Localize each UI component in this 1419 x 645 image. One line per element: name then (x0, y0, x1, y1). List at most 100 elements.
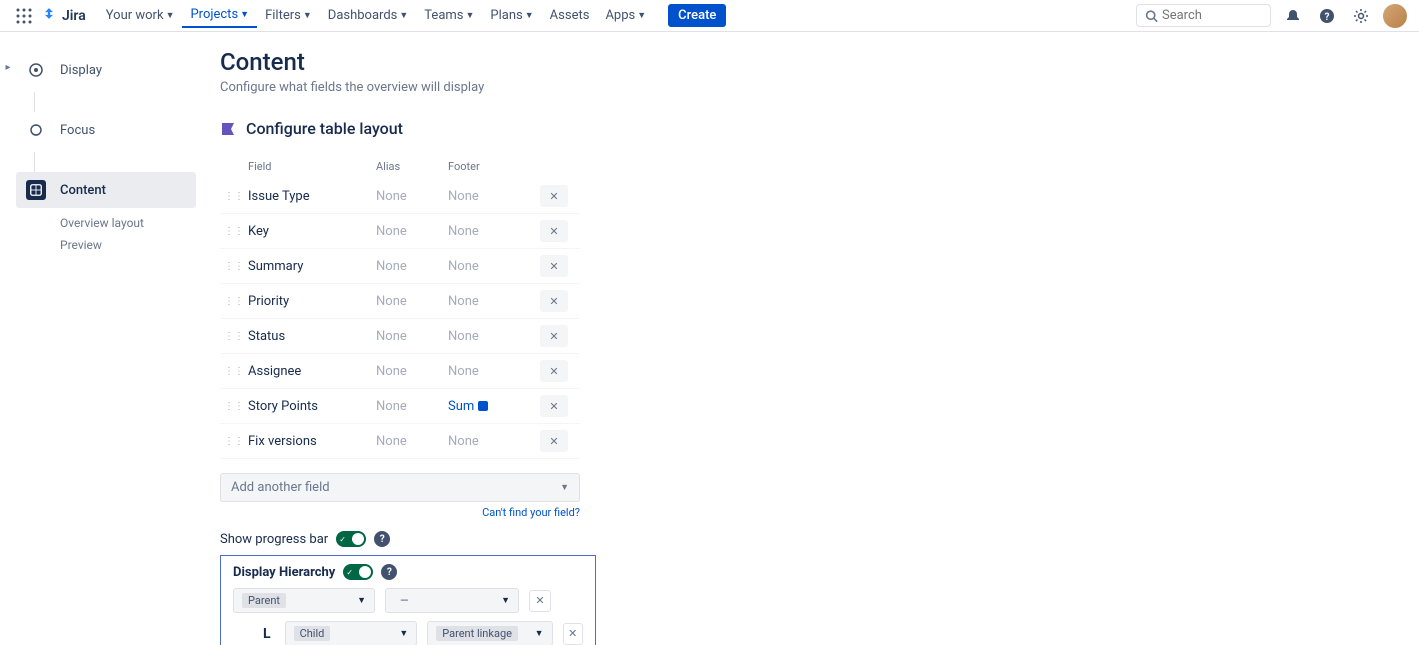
search-input[interactable] (1162, 8, 1262, 23)
field-table: Field Alias Footer ⋮⋮Issue TypeNoneNone✕… (220, 154, 580, 459)
field-name: Key (248, 224, 376, 239)
nav-plans[interactable]: Plans▼ (482, 3, 541, 28)
help-icon[interactable]: ? (374, 531, 390, 547)
drag-handle-icon[interactable]: ⋮⋮ (220, 261, 248, 272)
jira-logo[interactable]: Jira (40, 7, 86, 25)
col-alias: Alias (376, 160, 448, 173)
footer-value[interactable]: None (448, 434, 540, 449)
hierarchy-level-row: L Child▼ Parent linkage▼ ✕ (233, 621, 583, 645)
alias-value[interactable]: None (376, 364, 448, 379)
footer-value[interactable]: None (448, 259, 540, 274)
drag-handle-icon[interactable]: ⋮⋮ (220, 401, 248, 412)
field-name: Story Points (248, 399, 376, 414)
chevron-down-icon: ▼ (399, 10, 408, 21)
chevron-down-icon: ▼ (166, 10, 175, 21)
drag-handle-icon[interactable]: ⋮⋮ (220, 331, 248, 342)
alias-value[interactable]: None (376, 434, 448, 449)
footer-value[interactable]: None (448, 189, 540, 204)
nav-teams[interactable]: Teams▼ (416, 3, 482, 28)
field-name: Fix versions (248, 434, 376, 449)
drag-handle-icon[interactable]: ⋮⋮ (220, 436, 248, 447)
content-icon (26, 180, 46, 200)
remove-level-button[interactable]: ✕ (563, 623, 584, 645)
sidebar-sub-overview-layout[interactable]: Overview layout (16, 212, 196, 234)
show-progress-toggle[interactable]: ✓ (336, 531, 366, 547)
drag-handle-icon[interactable]: ⋮⋮ (220, 191, 248, 202)
help-icon[interactable]: ? (1315, 4, 1339, 28)
remove-button[interactable]: ✕ (540, 220, 568, 242)
drag-handle-icon[interactable]: ⋮⋮ (220, 226, 248, 237)
footer-value[interactable]: None (448, 329, 540, 344)
alias-value[interactable]: None (376, 189, 448, 204)
field-name: Status (248, 329, 376, 344)
chevron-down-icon: ▼ (357, 595, 366, 606)
nav-your-work[interactable]: Your work▼ (98, 3, 183, 28)
app-switcher-icon[interactable] (12, 4, 36, 28)
page-subtitle: Configure what fields the overview will … (220, 80, 1395, 95)
field-name: Assignee (248, 364, 376, 379)
chevron-down-icon: ▼ (466, 10, 475, 21)
table-row: ⋮⋮SummaryNoneNone✕ (220, 249, 580, 284)
remove-button[interactable]: ✕ (540, 360, 568, 382)
field-name: Summary (248, 259, 376, 274)
alias-value[interactable]: None (376, 399, 448, 414)
nav-assets[interactable]: Assets (542, 3, 598, 28)
remove-button[interactable]: ✕ (540, 325, 568, 347)
table-row: ⋮⋮Fix versionsNoneNone✕ (220, 424, 580, 459)
nav-filters[interactable]: Filters▼ (257, 3, 320, 28)
footer-value[interactable]: None (448, 294, 540, 309)
search-icon (1145, 9, 1158, 23)
remove-button[interactable]: ✕ (540, 255, 568, 277)
table-row: ⋮⋮Issue TypeNoneNone✕ (220, 179, 580, 214)
hierarchy-linkage-select[interactable]: Parent linkage▼ (427, 621, 552, 645)
sidebar: Display Focus Content Overview layoutPrevie… (16, 32, 196, 645)
field-name: Priority (248, 294, 376, 309)
alias-value[interactable]: None (376, 224, 448, 239)
cant-find-field-link[interactable]: Can't find your field? (220, 506, 580, 519)
hierarchy-name-select[interactable]: Parent▼ (233, 588, 375, 613)
col-footer: Footer (448, 160, 540, 173)
sidebar-item-focus[interactable]: Focus (16, 112, 196, 148)
footer-value[interactable]: Sum (448, 399, 540, 414)
drag-handle-icon[interactable]: ⋮⋮ (220, 296, 248, 307)
chevron-down-icon: ▼ (637, 10, 646, 21)
remove-button[interactable]: ✕ (540, 395, 568, 417)
chevron-down-icon: ▼ (501, 595, 510, 606)
sidebar-item-content[interactable]: Content (16, 172, 196, 208)
footer-value[interactable]: None (448, 224, 540, 239)
remove-level-button[interactable]: ✕ (529, 590, 551, 612)
show-progress-label: Show progress bar (220, 532, 328, 547)
table-row: ⋮⋮AssigneeNoneNone✕ (220, 354, 580, 389)
alias-value[interactable]: None (376, 329, 448, 344)
hierarchy-linkage-select[interactable]: —▼ (385, 588, 519, 613)
remove-button[interactable]: ✕ (540, 430, 568, 452)
chevron-down-icon: ▼ (399, 628, 408, 639)
notifications-icon[interactable] (1281, 4, 1305, 28)
settings-icon[interactable] (1349, 4, 1373, 28)
table-row: ⋮⋮PriorityNoneNone✕ (220, 284, 580, 319)
sidebar-item-display[interactable]: Display (16, 52, 196, 88)
svg-text:?: ? (1325, 12, 1330, 23)
hierarchy-name-select[interactable]: Child▼ (285, 621, 418, 645)
nav-apps[interactable]: Apps▼ (597, 3, 654, 28)
alias-value[interactable]: None (376, 294, 448, 309)
avatar[interactable] (1383, 4, 1407, 28)
drag-handle-icon[interactable]: ⋮⋮ (220, 366, 248, 377)
search-input-container[interactable] (1136, 4, 1271, 27)
sidebar-sub-preview[interactable]: Preview (16, 234, 196, 256)
display-hierarchy-toggle[interactable]: ✓ (343, 564, 373, 580)
help-icon[interactable]: ? (381, 564, 397, 580)
remove-button[interactable]: ✕ (540, 290, 568, 312)
chevron-down-icon: ▼ (240, 9, 249, 20)
remove-button[interactable]: ✕ (540, 185, 568, 207)
footer-value[interactable]: None (448, 364, 540, 379)
focus-icon (26, 120, 46, 140)
nav-projects[interactable]: Projects▼ (182, 3, 257, 28)
chevron-down-icon: ▼ (303, 10, 312, 21)
sidebar-collapse[interactable]: ▸ (0, 32, 16, 645)
hierarchy-branch-icon: L (263, 626, 271, 642)
alias-value[interactable]: None (376, 259, 448, 274)
nav-dashboards[interactable]: Dashboards▼ (320, 3, 417, 28)
create-button[interactable]: Create (668, 4, 726, 27)
add-field-select[interactable]: Add another field ▼ (220, 473, 580, 502)
